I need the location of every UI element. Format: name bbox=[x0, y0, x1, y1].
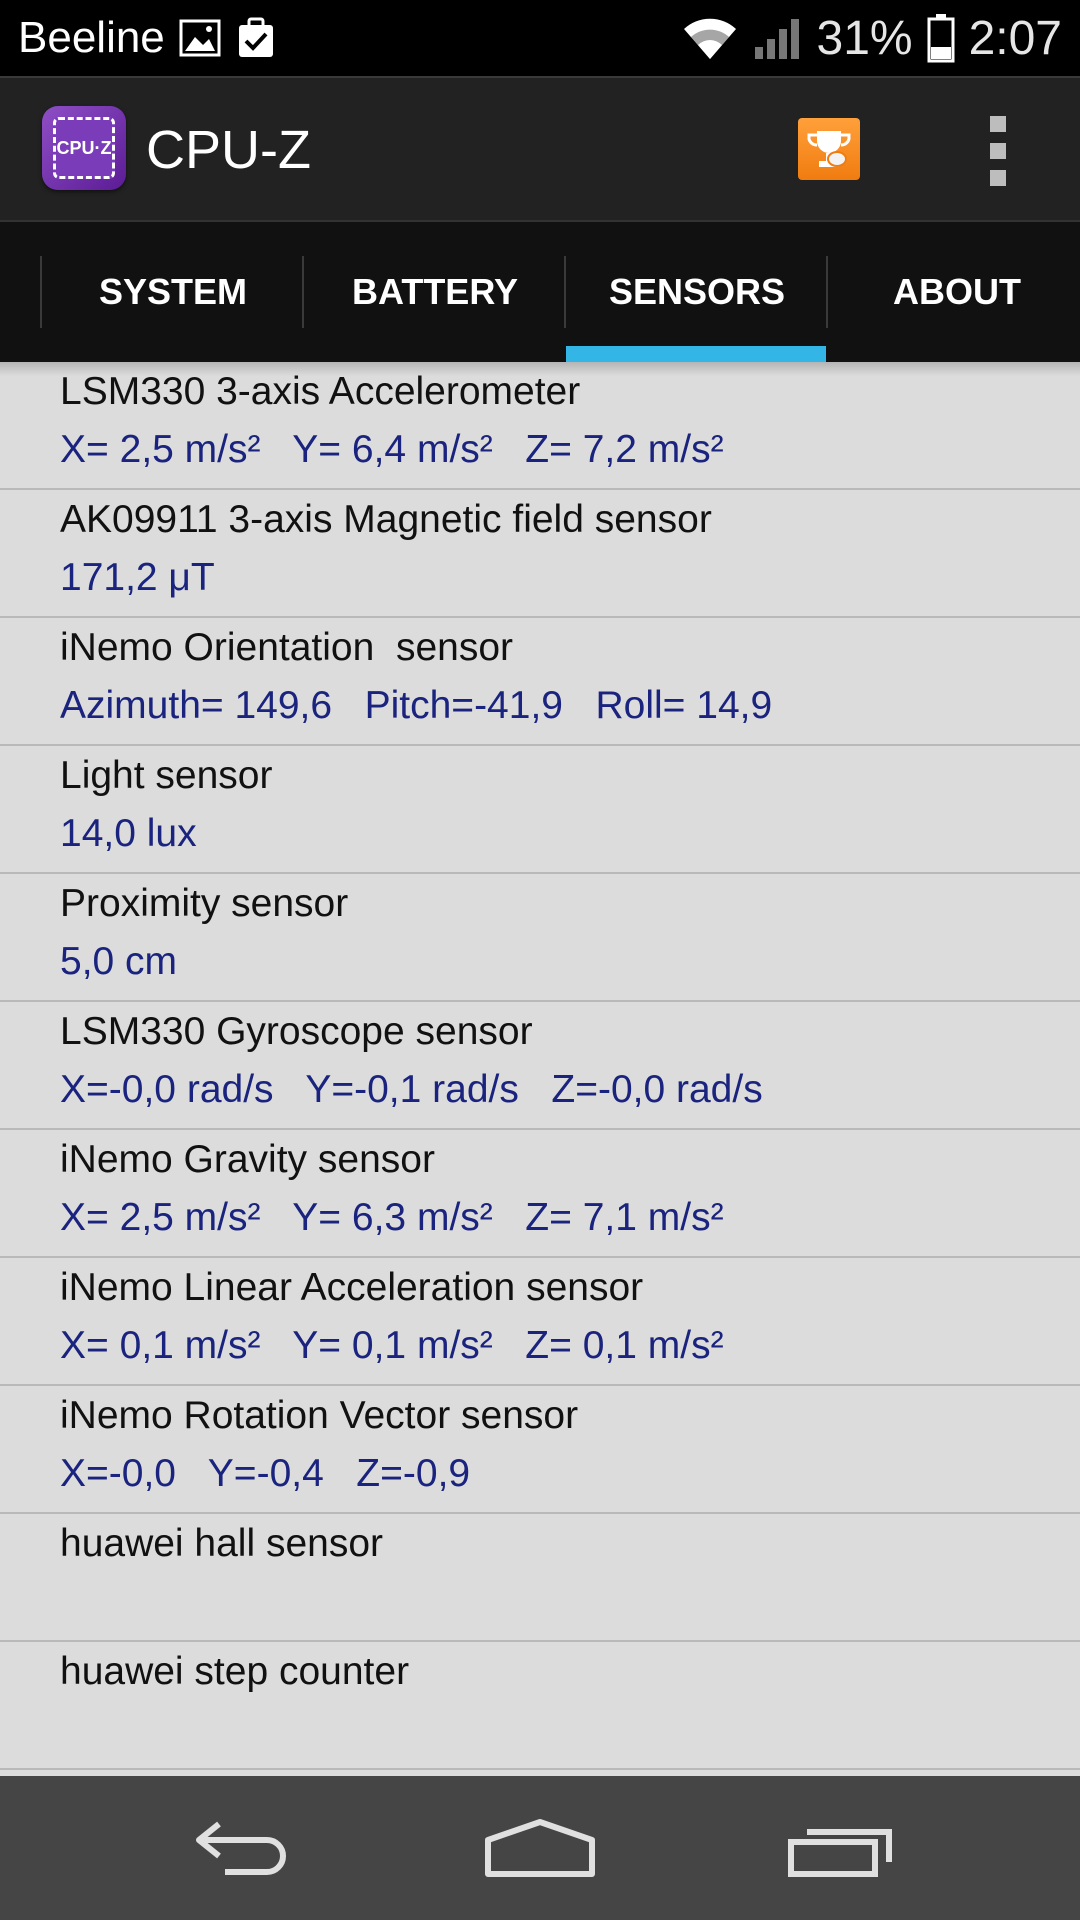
list-item: LSM330 Gyroscope sensor X=-0,0 rad/s Y=-… bbox=[0, 1002, 1080, 1130]
tab-bar-shadow bbox=[0, 362, 1080, 376]
image-icon bbox=[179, 17, 221, 59]
list-item: iNemo Rotation Vector sensor X=-0,0 Y=-0… bbox=[0, 1386, 1080, 1514]
clock: 2:07 bbox=[968, 11, 1062, 65]
sensor-name: Light sensor bbox=[60, 754, 273, 797]
sensor-value: X= 0,1 m/s² Y= 0,1 m/s² Z= 0,1 m/s² bbox=[60, 1324, 724, 1367]
sensor-name: LSM330 3-axis Accelerometer bbox=[60, 370, 581, 413]
sensor-value: X=-0,0 Y=-0,4 Z=-0,9 bbox=[60, 1452, 471, 1495]
sensor-name: huawei hall sensor bbox=[60, 1522, 384, 1565]
list-item: iNemo Gravity sensor X= 2,5 m/s² Y= 6,3 … bbox=[0, 1130, 1080, 1258]
sensor-value: 171,2 μT bbox=[60, 556, 215, 599]
carrier-name: Beeline bbox=[18, 13, 165, 62]
tab-sensors[interactable]: SENSORS bbox=[566, 222, 828, 362]
action-bar: CPU·Z CPU-Z bbox=[0, 76, 1080, 220]
trophy-icon bbox=[807, 131, 851, 167]
app-title: CPU-Z bbox=[146, 120, 311, 180]
sensor-name: LSM330 Gyroscope sensor bbox=[60, 1010, 533, 1053]
list-item: Light sensor 14,0 lux bbox=[0, 746, 1080, 874]
navigation-bar bbox=[0, 1776, 1080, 1920]
clipboard-check-icon bbox=[235, 17, 277, 59]
trophy-button[interactable] bbox=[798, 118, 860, 180]
tab-about[interactable]: ABOUT bbox=[826, 222, 1080, 362]
sensor-value: Azimuth= 149,6 Pitch=-41,9 Roll= 14,9 bbox=[60, 684, 773, 727]
sensor-name: iNemo Linear Acceleration sensor bbox=[60, 1266, 644, 1309]
tab-bar: SYSTEM BATTERY SENSORS ABOUT bbox=[0, 220, 1080, 362]
sensor-value: X=-0,0 rad/s Y=-0,1 rad/s Z=-0,0 rad/s bbox=[60, 1068, 763, 1111]
overflow-dot bbox=[990, 170, 1006, 186]
list-item: AK09911 3-axis Magnetic field sensor 171… bbox=[0, 490, 1080, 618]
sensor-name: iNemo Rotation Vector sensor bbox=[60, 1394, 579, 1437]
app-logo-icon[interactable]: CPU·Z bbox=[42, 106, 126, 190]
app-icon-label: CPU·Z bbox=[53, 117, 115, 179]
recent-apps-icon bbox=[788, 1829, 892, 1877]
list-item: iNemo Orientation sensor Azimuth= 149,6 … bbox=[0, 618, 1080, 746]
recent-apps-button[interactable] bbox=[742, 1776, 942, 1920]
sensor-name: AK09911 3-axis Magnetic field sensor bbox=[60, 498, 712, 541]
tab-system[interactable]: SYSTEM bbox=[42, 222, 304, 362]
sensor-list[interactable]: LSM330 3-axis Accelerometer X= 2,5 m/s² … bbox=[0, 362, 1080, 1770]
sensor-value: X= 2,5 m/s² Y= 6,4 m/s² Z= 7,2 m/s² bbox=[60, 428, 724, 471]
sensor-value: 5,0 cm bbox=[60, 940, 178, 983]
list-item: huawei step counter bbox=[0, 1642, 1080, 1770]
list-item: LSM330 3-axis Accelerometer X= 2,5 m/s² … bbox=[0, 362, 1080, 490]
sensor-name: huawei step counter bbox=[60, 1650, 410, 1693]
wifi-icon bbox=[681, 15, 739, 61]
sensor-value: X= 2,5 m/s² Y= 6,3 m/s² Z= 7,1 m/s² bbox=[60, 1196, 724, 1239]
list-item: huawei hall sensor bbox=[0, 1514, 1080, 1642]
cell-signal-icon bbox=[753, 15, 803, 61]
status-bar: Beeline 31% 2:07 bbox=[0, 0, 1080, 76]
battery-percent: 31% bbox=[816, 11, 913, 65]
sensor-name: iNemo Orientation sensor bbox=[60, 626, 514, 669]
list-item: Proximity sensor 5,0 cm bbox=[0, 874, 1080, 1002]
overflow-dot bbox=[990, 116, 1006, 132]
overflow-dot bbox=[990, 143, 1006, 159]
home-icon bbox=[485, 1819, 595, 1877]
list-item: iNemo Linear Acceleration sensor X= 0,1 … bbox=[0, 1258, 1080, 1386]
sensor-name: Proximity sensor bbox=[60, 882, 349, 925]
tab-battery[interactable]: BATTERY bbox=[304, 222, 566, 362]
back-button[interactable] bbox=[140, 1776, 340, 1920]
sensor-value: 14,0 lux bbox=[60, 812, 197, 855]
sensor-name: iNemo Gravity sensor bbox=[60, 1138, 435, 1181]
overflow-menu-button[interactable] bbox=[978, 116, 1018, 186]
selected-tab-indicator bbox=[566, 346, 826, 362]
battery-icon bbox=[927, 13, 955, 63]
back-icon bbox=[196, 1821, 286, 1875]
home-button[interactable] bbox=[440, 1776, 640, 1920]
